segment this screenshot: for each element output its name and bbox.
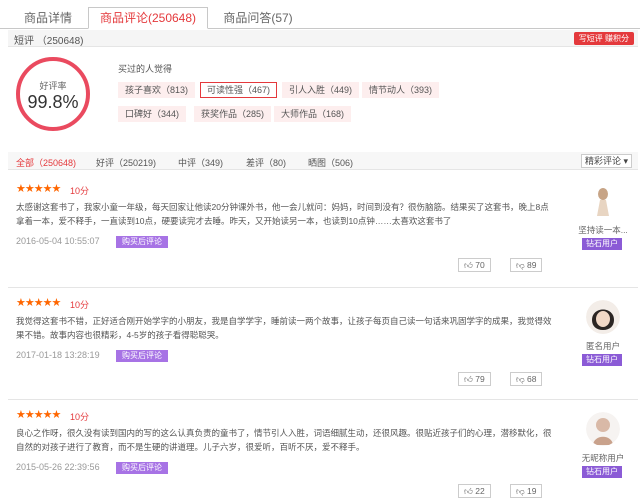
review-date: 2015-05-26 22:39:56 — [16, 462, 100, 472]
review-item: ★★★★★ 10分 良心之作呀，很久没有读到国内的写的这么认真负责的童书了，情节… — [8, 400, 638, 504]
like-button[interactable]: 👍︎ 22 — [458, 484, 491, 498]
tab-bar: 商品详情 商品评论(250648) 商品问答(57) — [0, 7, 640, 29]
review-date: 2017-01-18 13:28:19 — [16, 350, 100, 360]
review-filter-bar: 全部（250648) 好评（250219) 中评（349) 差评（80) 晒图（… — [8, 152, 638, 170]
star-rating: ★★★★★ — [16, 409, 61, 421]
filter-all[interactable]: 全部（250648) — [16, 156, 76, 169]
star-rating: ★★★★★ — [16, 183, 61, 195]
positive-rate-ring: 好评率 99.8% — [16, 57, 90, 131]
user-avatar[interactable] — [586, 184, 620, 218]
user-name[interactable]: 无昵称用户 — [568, 452, 638, 464]
post-purchase-tag: 购买后评论 — [116, 462, 168, 474]
sort-select[interactable]: 精彩评论 ▾ — [580, 154, 632, 168]
thumbs-up-icon: 👍︎ — [464, 486, 476, 496]
review-date: 2016-05-04 10:55:07 — [16, 236, 100, 246]
user-level-badge: 钻石用户 — [582, 238, 622, 250]
review-text: 我觉得这套书不错，正好适合刚开始学字的小朋友，我是自学学字，睡前读一两个故事，让… — [16, 316, 552, 340]
dislike-count: 68 — [527, 374, 537, 384]
post-purchase-tag: 购买后评论 — [116, 350, 168, 362]
like-count: 79 — [475, 374, 485, 384]
review-score: 10分 — [70, 186, 90, 196]
post-purchase-tag: 购买后评论 — [116, 236, 168, 248]
user-avatar[interactable] — [586, 300, 620, 334]
dislike-button[interactable]: 👎︎ 89 — [510, 258, 543, 272]
write-short-review-button[interactable]: 写短评 赚积分 — [573, 32, 634, 45]
like-count: 22 — [475, 486, 485, 496]
like-button[interactable]: 👍︎ 70 — [458, 258, 491, 272]
tab-product-reviews[interactable]: 商品评论(250648) — [88, 7, 208, 29]
user-name[interactable]: 坚持读一本... — [568, 224, 638, 236]
positive-rate-label: 好评率 — [39, 81, 67, 91]
user-avatar[interactable] — [586, 412, 620, 446]
short-review-bar: 短评 （250648) 写短评 赚积分 — [8, 30, 638, 47]
dislike-button[interactable]: 👎︎ 19 — [510, 484, 543, 498]
review-item: ★★★★★ 10分 太感谢这套书了，我家小童一年级，每天回家让他读20分钟课外书… — [8, 174, 638, 288]
dislike-count: 19 — [527, 486, 537, 496]
filter-negative[interactable]: 差评（80) — [246, 156, 286, 169]
like-button[interactable]: 👍︎ 79 — [458, 372, 491, 386]
review-text: 良心之作呀，很久没有读到国内的写的这么认真负责的童书了，情节引人入胜，词语细腻生… — [16, 428, 552, 452]
short-review-count: 短评 （250648) — [14, 36, 84, 47]
tab-product-details[interactable]: 商品详情 — [8, 8, 88, 29]
impression-tag[interactable]: 获奖作品（285) — [194, 106, 272, 122]
chevron-down-icon: ▾ — [620, 156, 628, 166]
review-score: 10分 — [70, 412, 90, 422]
impression-tag[interactable]: 口碑好（344) — [118, 106, 187, 122]
thumbs-down-icon: 👎︎ — [516, 486, 527, 496]
star-rating: ★★★★★ — [16, 297, 61, 309]
review-score: 10分 — [70, 300, 90, 310]
review-item: ★★★★★ 10分 我觉得这套书不错，正好适合刚开始学字的小朋友，我是自学学字，… — [8, 288, 638, 400]
review-text: 太感谢这套书了，我家小童一年级，每天回家让他读20分钟课外书，他一会儿就问：妈妈… — [16, 202, 549, 226]
impression-tag-selected[interactable]: 可读性强（467) — [200, 82, 278, 98]
filter-with-photos[interactable]: 晒图（506) — [308, 156, 353, 169]
like-count: 70 — [475, 260, 485, 270]
thumbs-down-icon: 👎︎ — [516, 374, 527, 384]
impressions-title: 买过的人觉得 — [118, 64, 173, 74]
thumbs-up-icon: 👍︎ — [464, 374, 476, 384]
impression-tag[interactable]: 引人入胜（449) — [282, 82, 360, 98]
impression-tag[interactable]: 孩子喜欢（813) — [118, 82, 196, 98]
impression-tag[interactable]: 大师作品（168) — [274, 106, 352, 122]
dislike-button[interactable]: 👎︎ 68 — [510, 372, 543, 386]
tab-product-qa[interactable]: 商品问答(57) — [208, 8, 308, 29]
positive-rate-value: 99.8% — [27, 92, 79, 112]
filter-neutral[interactable]: 中评（349) — [178, 156, 223, 169]
dislike-count: 89 — [527, 260, 537, 270]
impression-tag[interactable]: 情节动人（393) — [362, 82, 440, 98]
sort-select-label: 精彩评论 — [584, 156, 621, 166]
user-level-badge: 钻石用户 — [582, 466, 622, 478]
filter-positive[interactable]: 好评（250219) — [96, 156, 156, 169]
user-level-badge: 钻石用户 — [582, 354, 622, 366]
thumbs-down-icon: 👎︎ — [516, 260, 527, 270]
user-name[interactable]: 匿名用户 — [568, 340, 638, 352]
thumbs-up-icon: 👍︎ — [464, 260, 476, 270]
